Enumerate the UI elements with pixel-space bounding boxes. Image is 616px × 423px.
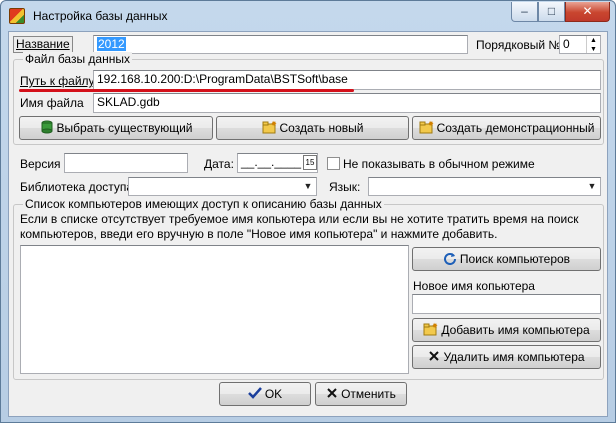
- create-demo-button[interactable]: ✸ Создать демонстрационный: [412, 116, 601, 140]
- name-input[interactable]: 2012: [93, 35, 468, 54]
- create-new-button[interactable]: ✸ Создать новый: [216, 116, 409, 140]
- add-computer-button[interactable]: ✸ Добавить имя компьютера: [412, 318, 601, 342]
- search-computers-label: Поиск компьютеров: [459, 252, 571, 266]
- close-button[interactable]: ✕: [565, 2, 610, 22]
- window-title: Настройка базы данных: [33, 9, 168, 23]
- name-label: Название: [13, 36, 73, 53]
- refresh-icon: [443, 251, 457, 268]
- order-number-label: Порядковый №: [476, 38, 562, 52]
- new-name-label: Новое имя копьютера: [413, 279, 535, 293]
- select-existing-label: Выбрать существующий: [56, 121, 193, 135]
- chevron-down-icon[interactable]: ▼: [300, 178, 316, 195]
- order-number-value: 0: [563, 37, 570, 51]
- svg-text:✸: ✸: [428, 120, 434, 128]
- annotation-underline: [19, 89, 354, 92]
- checkmark-icon: [247, 386, 262, 402]
- language-dropdown[interactable]: ▼: [368, 177, 601, 196]
- maximize-button[interactable]: □: [538, 2, 565, 22]
- dialog-window: Настройка базы данных ‒ □ ✕ Название 201…: [0, 0, 616, 423]
- minimize-button[interactable]: ‒: [511, 2, 538, 22]
- computers-listbox[interactable]: [20, 245, 409, 374]
- database-icon: [40, 120, 54, 137]
- version-label: Версия: [20, 157, 61, 171]
- svg-text:✸: ✸: [432, 322, 438, 330]
- delete-x-icon: [428, 350, 440, 365]
- close-icon: [326, 387, 338, 402]
- ok-label: OK: [264, 387, 283, 401]
- spin-up-icon[interactable]: ▲: [590, 37, 597, 44]
- hide-checkbox-label: Не показывать в обычном режиме: [343, 157, 535, 171]
- date-input-value: __.__.____: [241, 155, 302, 169]
- dialog-body: Название 2012 Порядковый № 0 ▲ ▼ Файл ба…: [8, 31, 608, 417]
- version-input[interactable]: [64, 153, 188, 173]
- library-dropdown[interactable]: ▼: [128, 177, 317, 196]
- spin-down-icon[interactable]: ▼: [590, 46, 597, 53]
- spin-arrows[interactable]: ▲ ▼: [586, 36, 600, 53]
- new-folder-icon: ✸: [419, 120, 434, 137]
- path-label: Путь к файлу: [20, 74, 95, 88]
- cancel-button[interactable]: Отменить: [315, 382, 407, 406]
- db-file-group-caption: Файл базы данных: [23, 52, 132, 66]
- search-computers-button[interactable]: Поиск компьютеров: [412, 247, 601, 271]
- new-name-input[interactable]: [412, 294, 601, 314]
- new-folder-icon: ✸: [423, 322, 438, 339]
- path-input[interactable]: 192.168.10.200:D:\ProgramData\BSTSoft\ba…: [93, 70, 601, 90]
- hide-checkbox[interactable]: [327, 157, 340, 170]
- date-label: Дата:: [204, 157, 234, 171]
- new-folder-icon: ✸: [262, 120, 277, 137]
- calendar-icon[interactable]: 15: [303, 155, 317, 170]
- library-label: Библиотека доступа: [20, 180, 134, 194]
- ok-button[interactable]: OK: [219, 382, 311, 406]
- name-input-value: 2012: [97, 37, 126, 51]
- language-label: Язык:: [329, 180, 361, 194]
- computers-group-caption: Список компьютеров имеющих доступ к опис…: [23, 197, 384, 211]
- computers-hint-text: Если в списке отсутствует требуемое имя …: [20, 212, 579, 241]
- delete-computer-button[interactable]: Удалить имя компьютера: [412, 345, 601, 369]
- create-demo-label: Создать демонстрационный: [436, 121, 595, 135]
- svg-text:✸: ✸: [271, 120, 277, 128]
- chevron-down-icon[interactable]: ▼: [584, 178, 600, 195]
- title-bar[interactable]: Настройка базы данных ‒ □ ✕: [1, 1, 615, 31]
- filename-input[interactable]: SKLAD.gdb: [93, 93, 601, 113]
- select-existing-button[interactable]: Выбрать существующий: [19, 116, 213, 140]
- add-computer-label: Добавить имя компьютера: [441, 323, 590, 337]
- create-new-label: Создать новый: [279, 121, 364, 135]
- app-icon: [9, 8, 25, 24]
- order-number-spinner[interactable]: 0 ▲ ▼: [559, 35, 601, 54]
- filename-label: Имя файла: [20, 96, 84, 110]
- cancel-label: Отменить: [341, 387, 396, 401]
- delete-computer-label: Удалить имя компьютера: [443, 350, 585, 364]
